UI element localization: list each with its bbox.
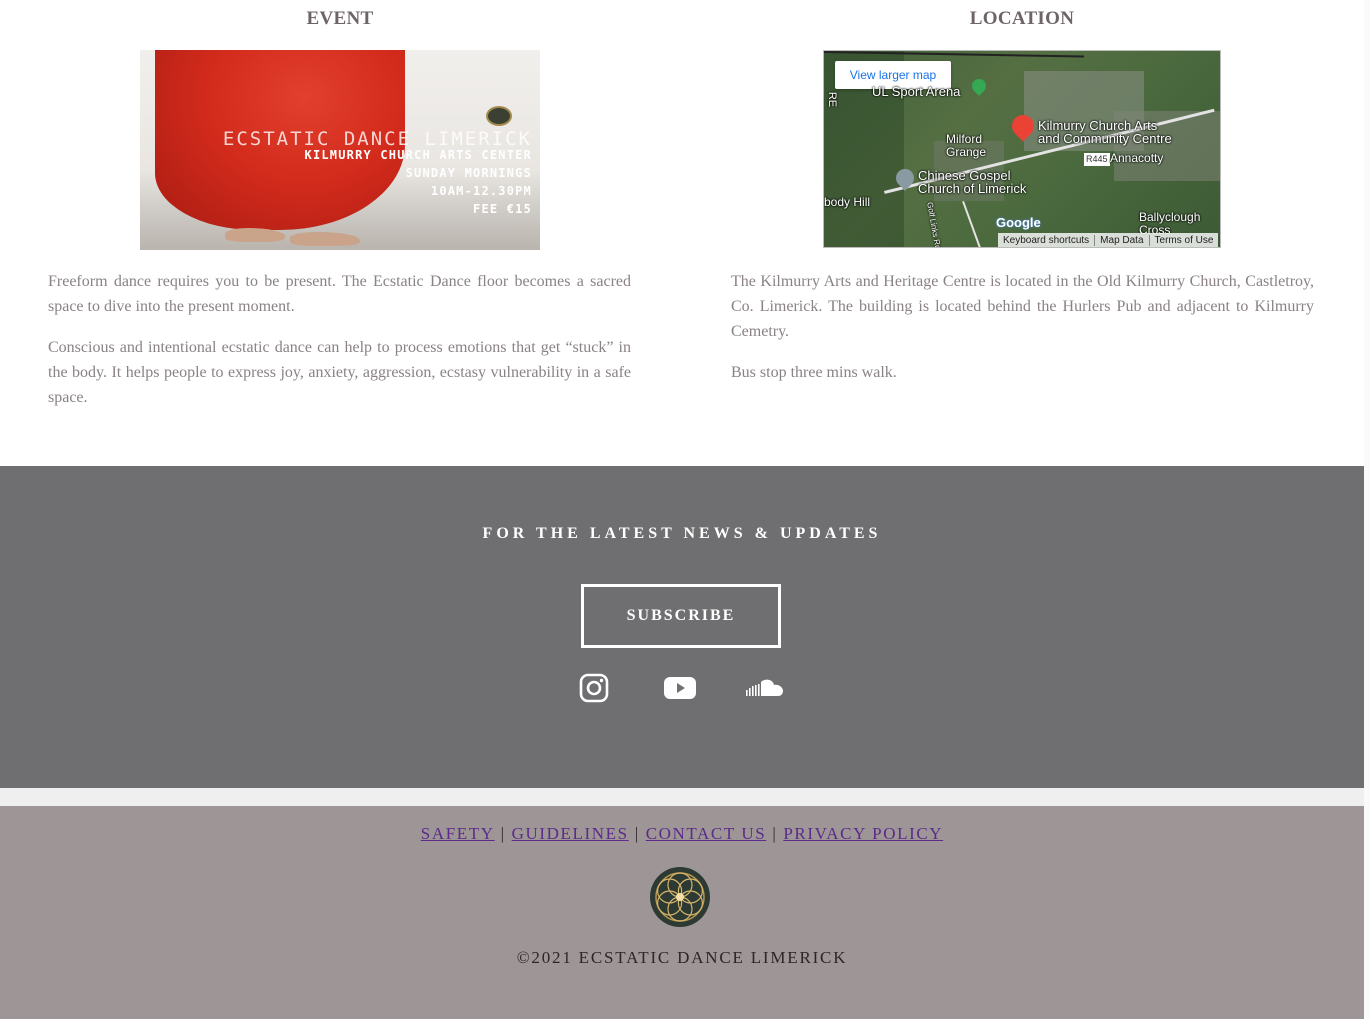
foot-shape (290, 232, 360, 246)
flyer-day: SUNDAY MORNINGS (405, 166, 532, 180)
map-road (962, 201, 985, 247)
keyboard-shortcuts-link[interactable]: Keyboard shortcuts (998, 235, 1094, 246)
link-separator: | (772, 824, 778, 843)
event-title: EVENT (306, 8, 374, 29)
map-footer: Keyboard shortcuts Map Data Terms of Use (998, 233, 1219, 247)
flyer-venue: KILMURRY CHURCH ARTS CENTER (304, 148, 532, 162)
location-description: The Kilmurry Arts and Heritage Centre is… (731, 269, 1314, 401)
event-description: Freeform dance requires you to be presen… (48, 269, 631, 426)
map-label-re: RE (826, 91, 839, 108)
foot-shape (225, 228, 285, 242)
logo-seal-small (486, 106, 512, 126)
event-flyer-image: ECSTATIC DANCE LIMERICK KILMURRY CHURCH … (140, 50, 540, 250)
map-label-chinese-church: Chinese Gospel Church of Limerick (918, 168, 1027, 196)
copyright-text: ©2021 ECSTATIC DANCE LIMERICK (516, 948, 848, 967)
link-separator: | (500, 824, 506, 843)
map-label-ul-sport: UL Sport Arena (872, 84, 961, 99)
flyer-time: 10AM-12.30PM (430, 184, 532, 198)
ecstatic-dance-logo-icon (650, 867, 710, 927)
soundcloud-icon[interactable] (745, 672, 785, 704)
terms-of-use-link[interactable]: Terms of Use (1148, 234, 1219, 246)
embedded-map[interactable]: View larger map UL Sport Arena RE Kilmur… (823, 50, 1221, 248)
map-label-body-hill: body Hill (824, 195, 871, 209)
footer-link-contact[interactable]: CONTACT US (646, 824, 767, 843)
event-paragraph: Conscious and intentional ecstatic dance… (48, 339, 631, 406)
event-paragraph: Freeform dance requires you to be presen… (48, 273, 631, 315)
map-label-golf-links: Golf Links Rd (925, 201, 943, 248)
map-label-milford: Milford Grange (946, 132, 987, 159)
google-logo: Google (996, 215, 1041, 230)
map-label-annacotty: Annacotty (1110, 151, 1164, 165)
footer-link-guidelines[interactable]: GUIDELINES (512, 824, 629, 843)
footer-divider (0, 788, 1364, 806)
location-paragraph: The Kilmurry Arts and Heritage Centre is… (731, 273, 1314, 340)
flyer-title: ECSTATIC DANCE LIMERICK (222, 128, 532, 150)
map-data-link[interactable]: Map Data (1094, 234, 1148, 246)
location-paragraph: Bus stop three mins walk. (731, 364, 897, 381)
instagram-icon[interactable] (574, 672, 614, 704)
green-pin-icon[interactable] (969, 76, 989, 96)
page-scrollbar[interactable] (1364, 0, 1370, 1019)
map-label-road: R445 (1084, 153, 1110, 166)
location-title: LOCATION (969, 8, 1075, 29)
flyer-fee: FEE €15 (473, 202, 532, 216)
link-separator: | (634, 824, 640, 843)
footer-link-safety[interactable]: SAFETY (421, 824, 495, 843)
youtube-icon[interactable] (660, 672, 700, 704)
newsletter-title: FOR THE LATEST NEWS & UPDATES (482, 525, 882, 542)
subscribe-button[interactable]: SUBSCRIBE (581, 584, 781, 648)
footer-links: SAFETY | GUIDELINES | CONTACT US | PRIVACY POL… (0, 824, 1364, 844)
footer-link-privacy[interactable]: PRIVACY POLICY (783, 824, 943, 843)
map-label-kilmurry: Kilmurry Church Arts and Community Centr… (1038, 118, 1172, 146)
